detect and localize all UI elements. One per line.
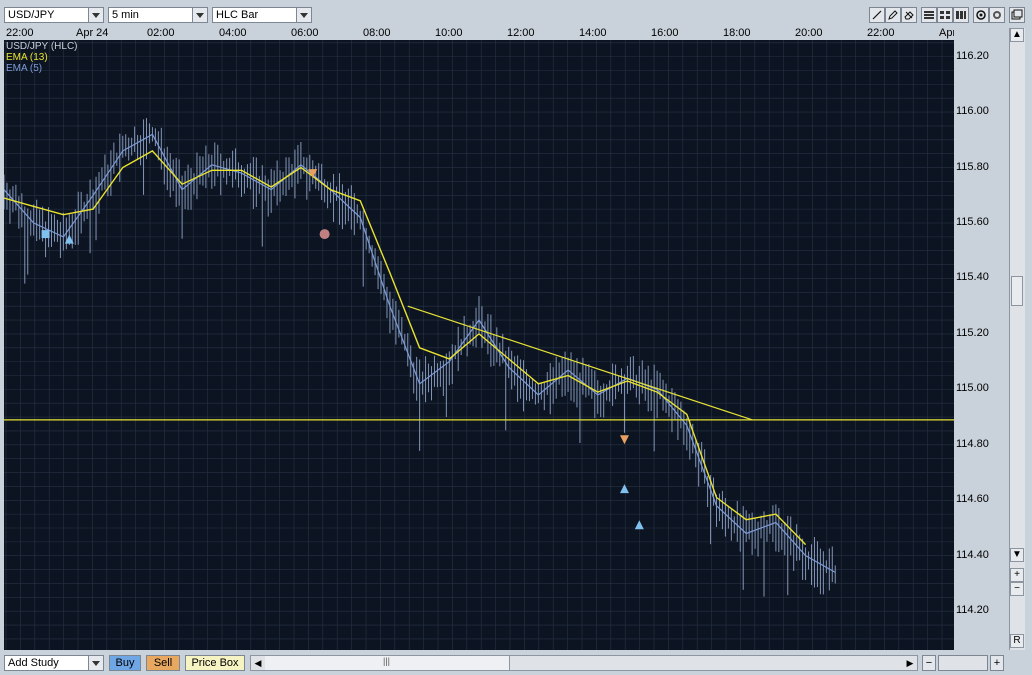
time-zoom-track[interactable] [938, 655, 988, 671]
legend-price: USD/JPY (HLC) [6, 41, 78, 52]
chevron-down-icon[interactable] [88, 656, 103, 670]
y-tick-label: 114.60 [956, 493, 989, 506]
zoom-out-time-icon[interactable]: − [922, 655, 936, 671]
price-chart[interactable]: 22:00 Apr 24 02:00 04:00 06:00 08:00 10:… [4, 28, 954, 650]
scroll-down-icon[interactable]: ▼ [1010, 548, 1024, 562]
add-study-select[interactable]: Add Study [4, 655, 104, 671]
chart-type-select[interactable]: HLC Bar [212, 7, 312, 23]
price-axis[interactable]: 114.20 114.40 114.60 114.80 115.00 115.20 115.… [954, 28, 1008, 650]
buy-marker [619, 484, 629, 494]
vertical-scrollbar[interactable]: ▲ ▼ + − R [1009, 28, 1025, 650]
y-tick-label: 115.00 [956, 382, 989, 395]
interval-value: 5 min [112, 9, 139, 21]
grid-icon[interactable] [937, 7, 953, 23]
window-icon[interactable] [1009, 7, 1025, 23]
sell-marker [619, 435, 629, 445]
square-marker [41, 230, 50, 239]
chevron-down-icon[interactable] [88, 8, 103, 22]
y-tick-label: 115.80 [956, 160, 989, 173]
chevron-down-icon[interactable] [296, 8, 311, 22]
chart-canvas [4, 40, 954, 650]
y-tick-label: 115.60 [956, 216, 989, 228]
price-box-button[interactable]: Price Box [185, 655, 245, 671]
interval-select[interactable]: 5 min [108, 7, 208, 23]
legend-ema5: EMA (5) [6, 63, 43, 74]
scroll-up-icon[interactable]: ▲ [1010, 28, 1024, 42]
y-tick-label: 116.20 [956, 49, 989, 62]
chevron-down-icon[interactable] [192, 8, 207, 22]
y-tick-label: 114.20 [956, 604, 989, 617]
grid-icon[interactable] [953, 7, 969, 23]
add-study-label: Add Study [8, 657, 59, 669]
zoom-icon[interactable] [973, 7, 989, 23]
symbol-select[interactable]: USD/JPY [4, 7, 104, 23]
buy-marker [634, 520, 644, 530]
y-tick-label: 114.80 [956, 437, 989, 450]
buy-button[interactable]: Buy [109, 655, 141, 671]
scroll-left-icon[interactable]: ◀ [251, 656, 265, 670]
line-tool-icon[interactable] [869, 7, 885, 23]
vertical-menu-button[interactable]: R [1010, 634, 1024, 648]
sell-button[interactable]: Sell [146, 655, 180, 671]
zoom-out-icon[interactable]: − [1010, 582, 1024, 596]
bottom-bar: Add Study Buy Sell Price Box ◀ ||| ▶ − + [0, 652, 1032, 675]
y-tick-label: 115.20 [956, 326, 989, 339]
scrollbar-thumb[interactable] [1011, 276, 1023, 306]
chart-type-value: HLC Bar [216, 9, 259, 21]
horizontal-scrollbar[interactable]: ◀ ||| ▶ [250, 655, 918, 671]
y-tick-label: 114.40 [956, 548, 989, 561]
pencil-icon[interactable] [885, 7, 901, 23]
eraser-icon[interactable] [901, 7, 917, 23]
y-tick-label: 116.00 [956, 105, 989, 118]
circle-marker [319, 229, 330, 240]
grip-icon: ||| [383, 656, 391, 666]
zoom-in-icon[interactable]: + [1010, 568, 1024, 582]
grid-icon[interactable] [921, 7, 937, 23]
scroll-right-icon[interactable]: ▶ [903, 656, 917, 670]
settings-icon[interactable] [989, 7, 1005, 23]
symbol-value: USD/JPY [8, 9, 55, 21]
legend-ema13: EMA (13) [6, 52, 48, 63]
scrollbar-thumb[interactable]: ||| [265, 656, 510, 670]
zoom-in-time-icon[interactable]: + [990, 655, 1004, 671]
top-toolbar: USD/JPY 5 min HLC Bar [0, 0, 1032, 28]
y-tick-label: 115.40 [956, 271, 989, 284]
